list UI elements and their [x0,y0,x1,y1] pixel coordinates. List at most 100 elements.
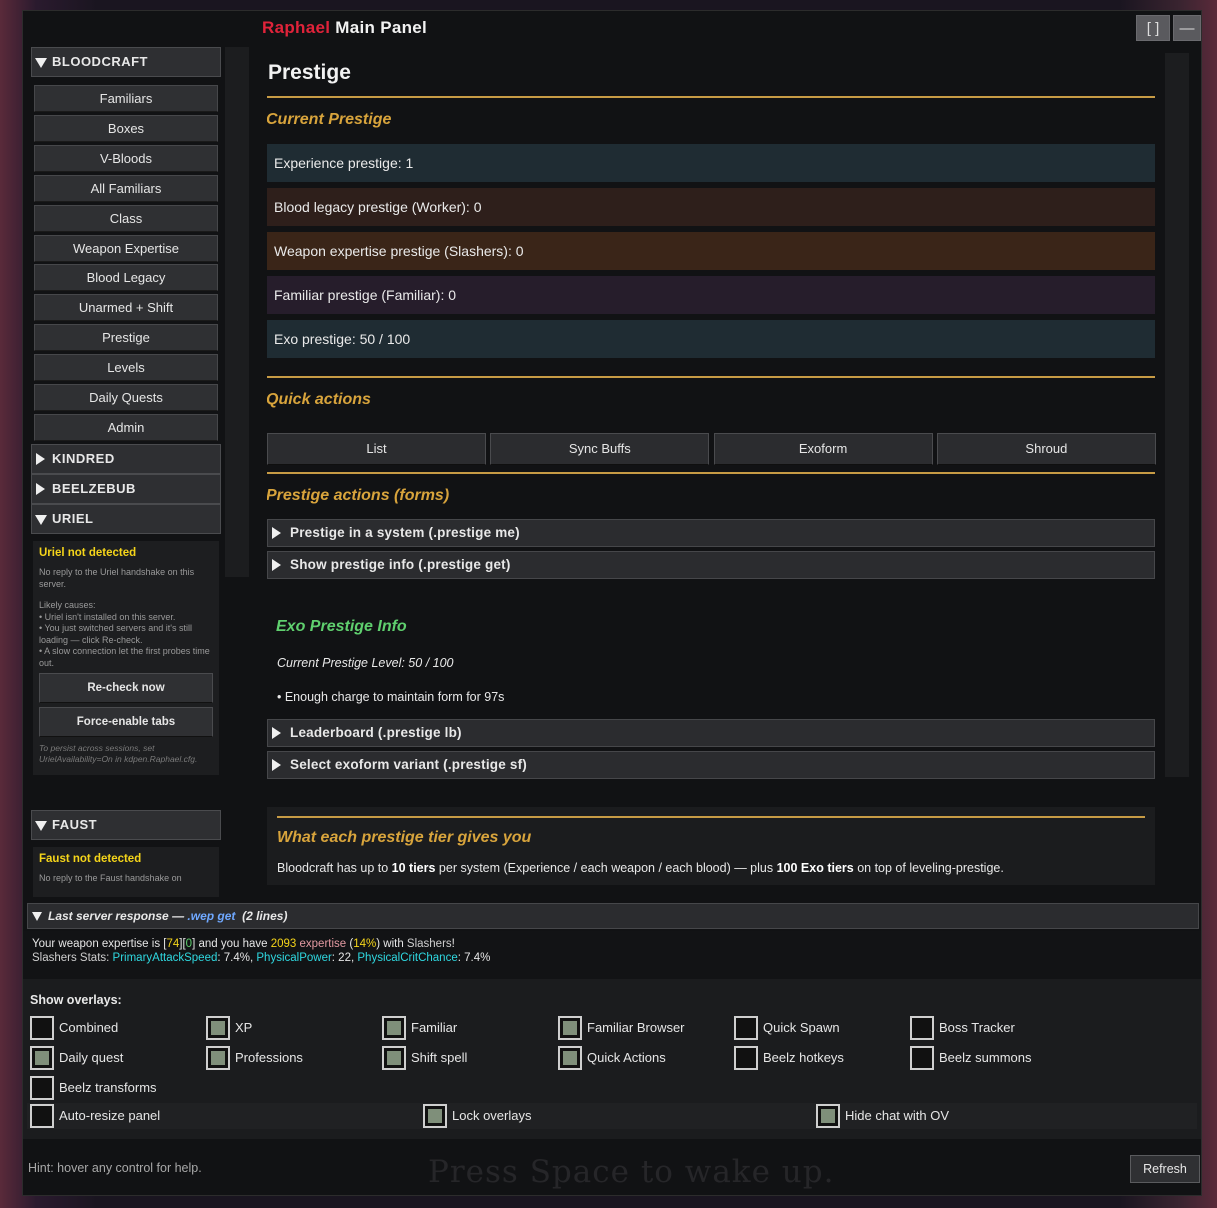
checkbox-icon [206,1046,230,1070]
sidebar-item-prestige[interactable]: Prestige [34,324,218,352]
sidebar-scrollbar[interactable] [225,47,249,577]
overlay-xp-checkbox[interactable]: XP [206,1016,252,1040]
prestige-stat-row: Blood legacy prestige (Worker): 0 [267,188,1155,226]
uriel-status-panel: Uriel not detected No reply to the Uriel… [33,541,219,775]
hide-chat-checkbox[interactable]: Hide chat with OV [816,1104,949,1128]
overlay-shift-spell-checkbox[interactable]: Shift spell [382,1046,467,1070]
checkbox-icon [382,1046,406,1070]
footer-hint: Hint: hover any control for help. [28,1161,202,1175]
uriel-status-title: Uriel not detected [39,547,137,559]
collapsed-arrow-icon [36,483,45,495]
checkbox-icon [734,1046,758,1070]
fold-prestige-get[interactable]: Show prestige info (.prestige get) [267,551,1155,579]
checkbox-icon [30,1104,54,1128]
fold-select-exoform[interactable]: Select exoform variant (.prestige sf) [267,751,1155,779]
sidebar-item-levels[interactable]: Levels [34,354,218,382]
prestige-stat-row: Exo prestige: 50 / 100 [267,320,1155,358]
prestige-stat-row: Experience prestige: 1 [267,144,1155,182]
sidebar-item-weapon-expertise[interactable]: Weapon Expertise [34,234,218,262]
sidebar-item-unarmed-shift[interactable]: Unarmed + Shift [34,294,218,322]
section-uriel[interactable]: URIEL [31,504,221,534]
checkbox-icon [30,1046,54,1070]
sidebar-item-class[interactable]: Class [34,204,218,232]
section-label: BEELZEBUB [52,481,136,496]
recheck-button[interactable]: Re-check now [39,673,213,703]
overlay-quick-actions-checkbox[interactable]: Quick Actions [558,1046,666,1070]
divider [267,96,1155,98]
window-title: Raphael Main Panel [262,18,427,38]
minimize-button[interactable]: — [1173,15,1201,41]
response-command: .wep get [187,909,236,923]
quick-action-shroud-button[interactable]: Shroud [936,433,1156,465]
overlay-boss-tracker-checkbox[interactable]: Boss Tracker [910,1016,1015,1040]
divider [267,472,1155,474]
checkbox-icon [910,1046,934,1070]
server-response-body: Your weapon expertise is [74][0] and you… [23,931,1201,979]
faust-status-title: Faust not detected [39,853,142,865]
overlays-label: Show overlays: [30,993,122,1007]
checkbox-icon [423,1104,447,1128]
overlay-daily-quest-checkbox[interactable]: Daily quest [30,1046,123,1070]
uriel-cause-3: • A slow connection let the first probes… [39,646,210,668]
overlay-quick-spawn-checkbox[interactable]: Quick Spawn [734,1016,840,1040]
overlay-beelz-hotkeys-checkbox[interactable]: Beelz hotkeys [734,1046,844,1070]
sidebar-item-v-bloods[interactable]: V-Bloods [34,144,218,172]
expanded-arrow-icon [35,515,47,525]
sidebar-item-familiars[interactable]: Familiars [34,85,218,112]
quick-action-list-button[interactable]: List [267,433,486,465]
server-response-header[interactable]: Last server response — .wep get (2 lines… [27,903,1199,929]
maximize-button[interactable]: [ ] [1136,15,1170,41]
collapsed-arrow-icon [272,727,281,739]
wake-up-prompt: Press Space to wake up. [428,1154,835,1190]
refresh-button[interactable]: Refresh [1130,1155,1200,1183]
quick-action-sync-buffs-button[interactable]: Sync Buffs [490,433,710,465]
section-faust[interactable]: FAUST [31,810,221,840]
persist-note: To persist across sessions, set UrielAva… [39,743,198,764]
section-kindred[interactable]: KINDRED [31,444,221,474]
section-beelzebub[interactable]: BEELZEBUB [31,474,221,504]
expanded-arrow-icon [35,821,47,831]
checkbox-icon [558,1016,582,1040]
section-label: KINDRED [52,451,115,466]
fold-label: Select exoform variant (.prestige sf) [290,757,527,772]
overlay-familiar-browser-checkbox[interactable]: Familiar Browser [558,1016,685,1040]
fold-prestige-me[interactable]: Prestige in a system (.prestige me) [267,519,1155,547]
sidebar-item-daily-quests[interactable]: Daily Quests [34,384,218,411]
section-bloodcraft[interactable]: BLOODCRAFT [31,47,221,77]
fold-leaderboard[interactable]: Leaderboard (.prestige lb) [267,719,1155,747]
uriel-status-desc: No reply to the Uriel handshake on this … [39,567,195,589]
quick-action-exoform-button[interactable]: Exoform [713,433,933,465]
force-enable-button[interactable]: Force-enable tabs [39,707,213,737]
section-label: BLOODCRAFT [52,54,148,69]
checkbox-icon [206,1016,230,1040]
overlay-beelz-transforms-checkbox[interactable]: Beelz transforms [30,1076,157,1100]
checkbox-icon [910,1016,934,1040]
lock-overlays-checkbox[interactable]: Lock overlays [423,1104,531,1128]
faust-status-panel: Faust not detected No reply to the Faust… [33,847,219,897]
overlay-combined-checkbox[interactable]: Combined [30,1016,118,1040]
sidebar-item-admin[interactable]: Admin [34,413,218,441]
checkbox-icon [382,1016,406,1040]
sidebar-item-blood-legacy[interactable]: Blood Legacy [34,264,218,292]
section-label: URIEL [52,511,94,526]
auto-resize-checkbox[interactable]: Auto-resize panel [30,1104,160,1128]
main-scrollbar[interactable] [1165,53,1189,777]
checkbox-icon [816,1104,840,1128]
overlay-beelz-summons-checkbox[interactable]: Beelz summons [910,1046,1031,1070]
sidebar-item-all-familiars[interactable]: All Familiars [34,174,218,202]
tier-info-text: Bloodcraft has up to 10 tiers per system… [277,861,1004,875]
sidebar-item-boxes[interactable]: Boxes [34,114,218,142]
current-prestige-heading: Current Prestige [267,111,392,128]
checkbox-icon [558,1046,582,1070]
response-label: Last server response — [48,909,188,923]
tier-info-title: What each prestige tier gives you [277,829,532,846]
exo-info-title: Exo Prestige Info [276,618,407,635]
title-bar[interactable]: Raphael Main Panel [ ] — [23,11,1201,45]
response-line-count: (2 lines) [242,909,288,923]
overlay-familiar-checkbox[interactable]: Familiar [382,1016,457,1040]
uriel-cause-2: • You just switched servers and it's sti… [39,623,192,645]
fold-label: Show prestige info (.prestige get) [290,557,511,572]
prestige-stat-row: Familiar prestige (Familiar): 0 [267,276,1155,314]
overlay-professions-checkbox[interactable]: Professions [206,1046,303,1070]
expanded-arrow-icon [35,58,47,68]
